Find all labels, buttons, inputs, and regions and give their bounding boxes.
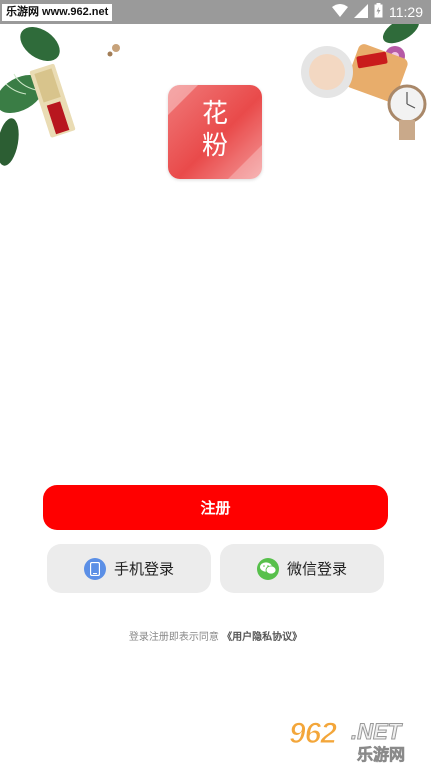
privacy-policy-link[interactable]: 《用户隐私协议》 <box>222 632 302 643</box>
decor-cosmetics-watch <box>291 10 431 140</box>
wechat-icon <box>256 557 279 580</box>
watermark-number: 962 <box>288 717 337 751</box>
app-logo: 花 粉 <box>168 85 262 179</box>
decor-leaves-lipstick <box>0 24 130 174</box>
logo-text-line2: 粉 <box>201 131 228 161</box>
watermark-name: 乐游网 <box>357 745 406 765</box>
status-bar: 乐游网 www.962.net 11:29 <box>0 0 431 24</box>
agreement-prefix: 登录注册即表示同意 <box>128 632 219 643</box>
wifi-icon <box>332 3 348 22</box>
register-button[interactable]: 注册 <box>43 485 388 530</box>
status-watermark: 乐游网 www.962.net <box>2 4 113 21</box>
site-watermark: 962 .NET 乐游网 <box>288 717 425 765</box>
battery-icon <box>374 2 383 22</box>
agreement-notice: 登录注册即表示同意 《用户隐私协议》 <box>0 628 431 643</box>
phone-login-button[interactable]: 手机登录 <box>47 544 211 593</box>
phone-icon <box>83 557 106 580</box>
wechat-login-label: 微信登录 <box>286 560 347 578</box>
status-icons: 11:29 <box>332 0 423 24</box>
status-time: 11:29 <box>389 4 423 20</box>
logo-text-line1: 花 <box>201 99 228 129</box>
signal-icon <box>354 3 368 22</box>
wechat-login-button[interactable]: 微信登录 <box>220 544 384 593</box>
phone-login-label: 手机登录 <box>113 560 174 578</box>
